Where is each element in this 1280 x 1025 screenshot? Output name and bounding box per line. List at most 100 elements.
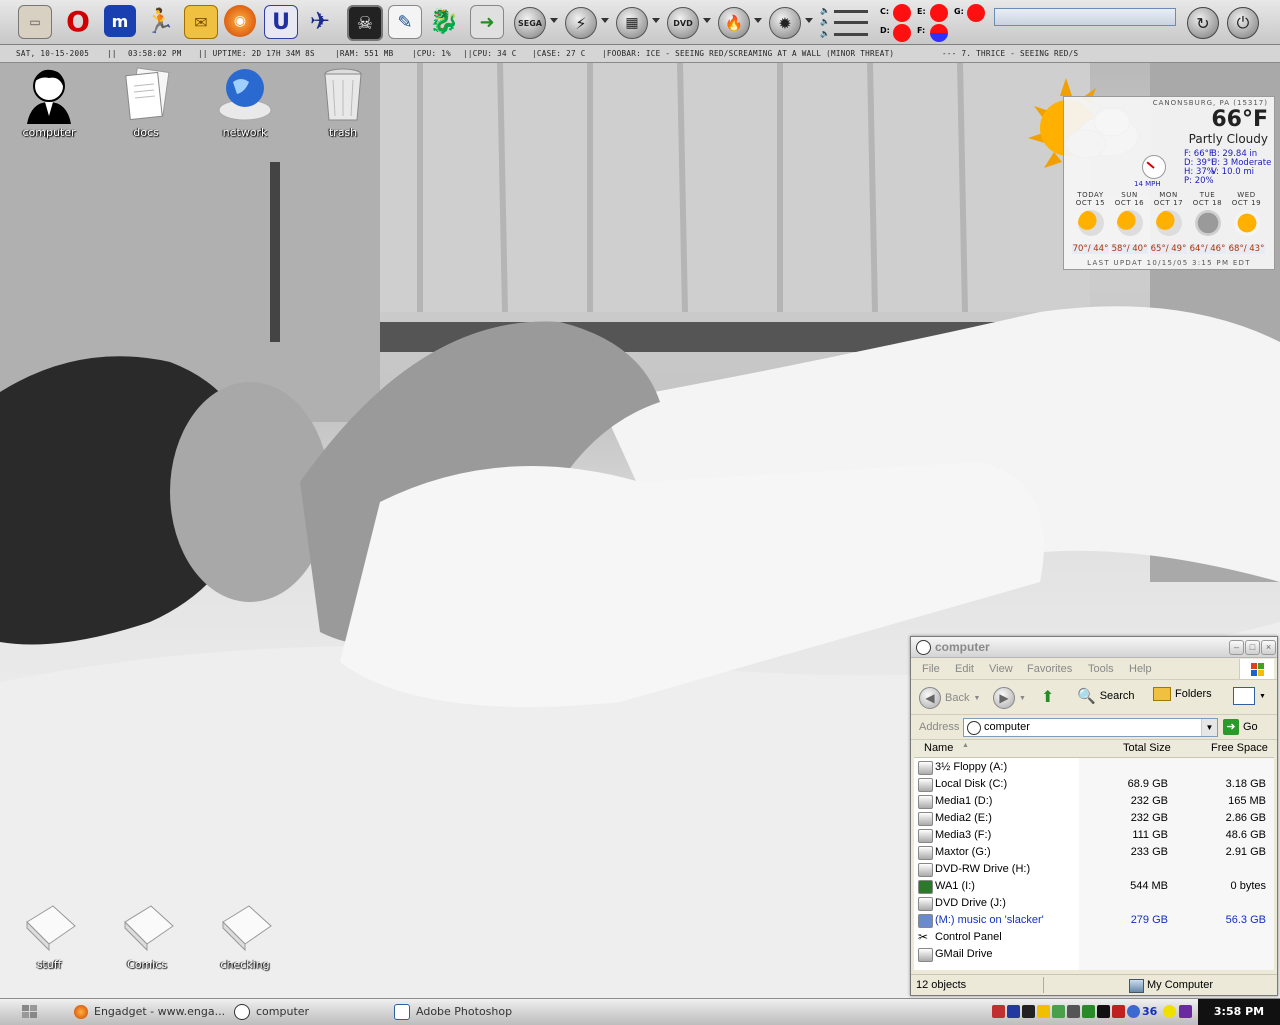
chevron-down-icon[interactable] [703,18,711,23]
alien-icon[interactable]: ☠ [347,5,383,41]
film-icon[interactable]: ▦ [616,7,648,39]
gear-icon[interactable]: ✹ [769,7,801,39]
aim-icon[interactable]: 🏃 [144,5,176,37]
chevron-down-icon[interactable] [550,18,558,23]
dvd-icon[interactable]: DVD [667,7,699,39]
logoff-icon[interactable]: ↻ [1187,7,1219,39]
file-move-icon[interactable]: ➜ [470,5,504,39]
desktop-icon-checking[interactable]: checking [205,896,285,971]
chevron-down-icon[interactable] [754,18,762,23]
list-item[interactable]: DVD-RW Drive (H:) [914,861,1274,878]
feather-icon[interactable]: ✎ [388,5,422,39]
menu-help[interactable]: Help [1129,663,1152,675]
explorer-toolbar: ◀ Back ▼ ▶ ▼ ⬆ 🔍 Search Folders ▼ [911,680,1277,715]
address-label: Address [919,721,960,733]
back-button[interactable]: ◀ Back ▼ [919,687,980,709]
wave-slider[interactable] [834,21,868,24]
desktop-icon-docs[interactable]: docs [106,64,186,139]
globe-icon[interactable] [1127,1005,1140,1018]
grid-icon[interactable] [1112,1005,1125,1018]
window-icon[interactable]: ▭ [18,5,52,39]
opera-icon[interactable]: O [62,5,94,38]
drive-name: DVD Drive (J:) [935,897,1006,909]
close-button[interactable]: × [1261,640,1276,655]
task-engadget[interactable]: Engadget - www.enga... [74,1001,225,1022]
minimize-button[interactable]: – [1229,640,1244,655]
views-button[interactable]: ▼ [1233,687,1266,705]
list-item[interactable]: WA1 (I:) 544 MB 0 bytes [914,878,1274,895]
start-button[interactable] [22,1005,40,1019]
maximize-button[interactable]: □ [1245,640,1260,655]
feather-icon [394,1003,410,1020]
column-name[interactable]: Name [924,742,953,754]
alien-icon[interactable] [1022,1005,1035,1018]
window-titlebar[interactable]: computer – □ × [911,637,1277,658]
chevron-down-icon[interactable] [805,18,813,23]
taskbar-clock[interactable]: 3:58 PM [1198,999,1280,1025]
list-item[interactable]: Local Disk (C:) 68.9 GB 3.18 GB [914,776,1274,793]
list-item[interactable]: Media2 (E:) 232 GB 2.86 GB [914,810,1274,827]
list-item[interactable]: GMail Drive [914,946,1274,963]
list-item[interactable]: (M:) music on 'slacker' 279 GB 56.3 GB [914,912,1274,929]
tray-app-icon[interactable] [992,1005,1005,1018]
battery-icon[interactable] [1067,1005,1080,1018]
firefox-icon[interactable]: ◉ [224,5,256,37]
drive-free: 165 MB [1228,795,1266,807]
desktop-icon-network[interactable]: network [205,64,285,139]
list-item[interactable]: ✂ Control Panel [914,929,1274,946]
chevron-down-icon[interactable]: ▼ [1201,719,1217,736]
jet-icon[interactable]: ✈ [304,5,336,37]
address-input[interactable]: computer ▼ [963,718,1218,737]
clock-icon[interactable] [1037,1005,1050,1018]
unreal-icon[interactable] [1007,1005,1020,1018]
winamp-icon[interactable] [1097,1005,1110,1018]
list-item[interactable]: Media3 (F:) 111 GB 48.6 GB [914,827,1274,844]
list-item[interactable]: DVD Drive (J:) [914,895,1274,912]
sega-icon[interactable]: SEGA [514,7,546,39]
desktop-icon-trash[interactable]: trash [303,64,383,139]
chevron-down-icon[interactable] [601,18,609,23]
desktop-icon-comics[interactable]: Comics [107,896,187,971]
add-icon[interactable] [1163,1005,1176,1018]
menu-edit[interactable]: Edit [955,663,974,675]
desktop-icon-label: checking [220,958,270,971]
folders-button[interactable]: Folders [1153,687,1212,701]
mic-slider[interactable] [834,33,868,36]
search-button[interactable]: 🔍 Search [1077,687,1135,705]
dragon-icon[interactable]: 🐉 [428,5,460,37]
list-item[interactable]: Media1 (D:) 232 GB 165 MB [914,793,1274,810]
desktop-icon-label: stuff [36,958,62,971]
search-input[interactable] [994,8,1176,26]
list-item[interactable]: 3½ Floppy (A:) [914,759,1274,776]
chevron-down-icon[interactable] [652,18,660,23]
power-icon[interactable]: ⏻ [1227,7,1259,39]
speaker-icon: 🔈 [820,29,830,38]
unreal-icon[interactable]: U [264,5,298,39]
shield-icon[interactable] [1179,1005,1192,1018]
up-folder-button[interactable]: ⬆ [1041,687,1061,706]
monitor-icon[interactable] [1082,1005,1095,1018]
mirc-icon[interactable]: m [104,5,136,37]
menu-file[interactable]: File [922,663,940,675]
column-free-space[interactable]: Free Space [1211,742,1268,754]
desktop-icon-stuff[interactable]: stuff [9,896,89,971]
task-photoshop[interactable]: Adobe Photoshop [394,1001,512,1022]
task-computer[interactable]: computer [234,1001,309,1022]
lightning-icon[interactable]: ⚡ [565,7,597,39]
system-tray: 36 [990,1001,1196,1022]
menu-tools[interactable]: Tools [1088,663,1114,675]
menu-view[interactable]: View [989,663,1013,675]
network-icon[interactable] [1052,1005,1065,1018]
chevron-down-icon: ▼ [1259,692,1266,700]
column-total-size[interactable]: Total Size [1123,742,1171,754]
ticker-sep: || [107,49,117,58]
go-button[interactable]: ➜ Go [1223,719,1258,735]
list-item[interactable]: Maxtor (G:) 233 GB 2.91 GB [914,844,1274,861]
forward-button[interactable]: ▶ ▼ [993,687,1026,709]
outlook-icon[interactable]: ✉ [184,5,218,39]
desktop-icon-computer[interactable]: computer [9,64,89,139]
menu-favorites[interactable]: Favorites [1027,663,1072,675]
flame-icon[interactable]: 🔥 [718,7,750,39]
drive-c-led [893,4,911,22]
volume-slider[interactable] [834,10,868,13]
